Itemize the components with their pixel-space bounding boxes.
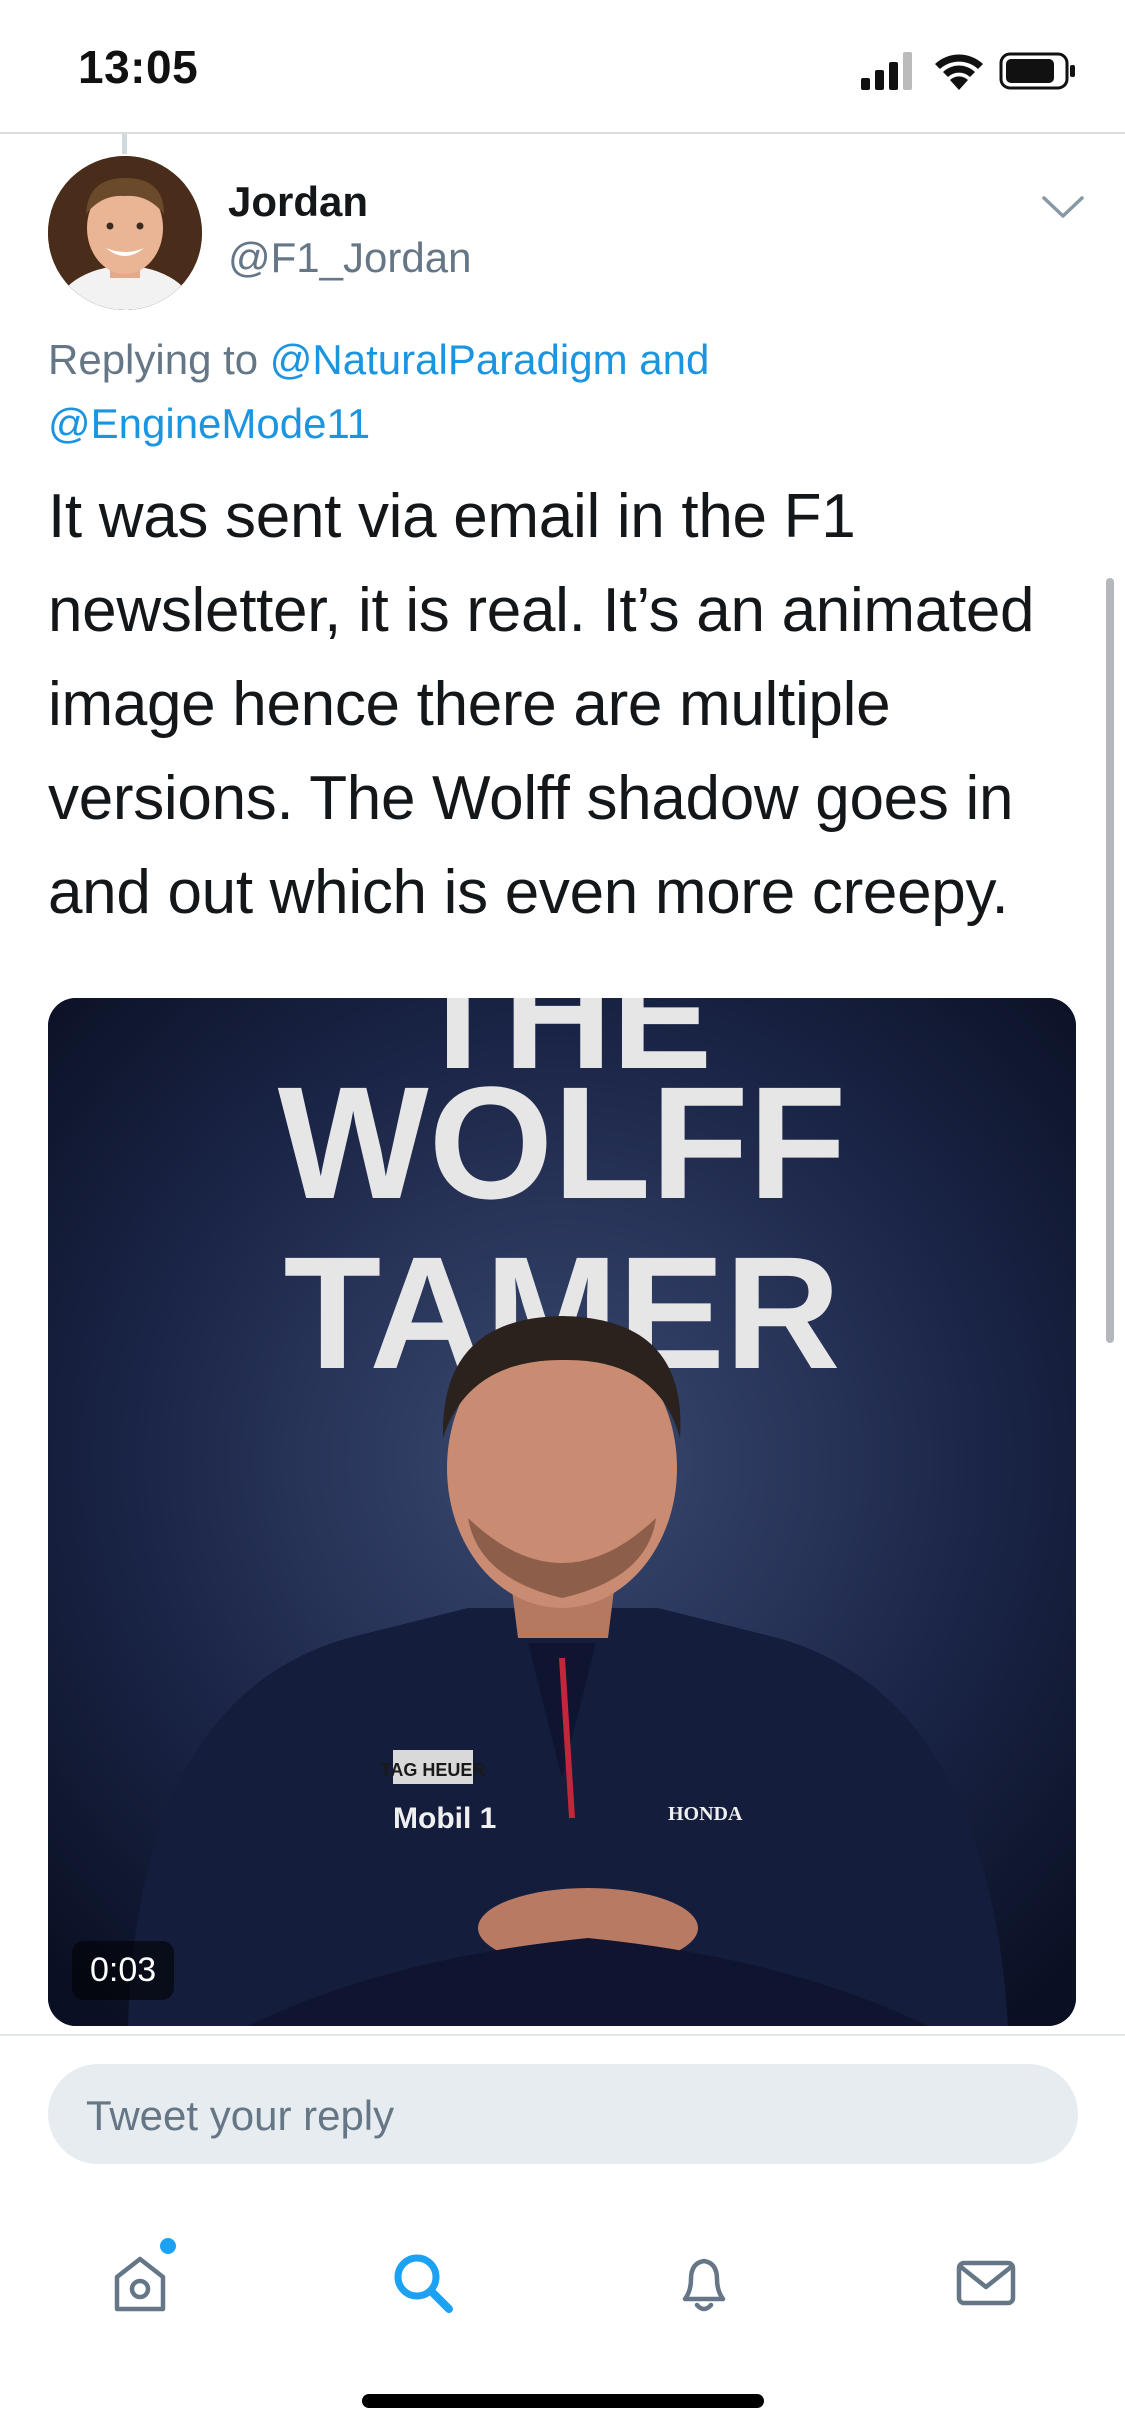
replying-to: Replying to @NaturalParadigm and @EngineM… <box>48 328 1068 456</box>
author-handle[interactable]: @F1_Jordan <box>228 234 471 282</box>
battery-icon <box>999 52 1075 90</box>
logo-mobil-text: Mobil 1 <box>393 1802 496 1835</box>
wifi-icon <box>935 54 983 90</box>
tab-messages[interactable] <box>936 2232 1036 2332</box>
media-poster: THE WOLFF TAMER TAG HEUER Mobil 1 HONDA <box>48 998 1076 2026</box>
home-notification-dot <box>160 2238 176 2254</box>
author-name[interactable]: Jordan <box>228 178 368 226</box>
poster-text-wolff: WOLFF <box>278 1053 847 1232</box>
mention-naturalparadigm[interactable]: @NaturalParadigm <box>270 336 628 383</box>
signal-icon <box>861 52 912 90</box>
tweet-text: It was sent via email in the F1 newslett… <box>48 482 1035 927</box>
notifications-icon <box>682 2258 726 2312</box>
home-icon <box>114 2256 166 2312</box>
search-icon <box>394 2254 453 2313</box>
replying-prefix: Replying to <box>48 336 270 383</box>
tab-notifications[interactable] <box>654 2232 754 2332</box>
reply-bar: Tweet your reply <box>0 2034 1125 2206</box>
status-icons <box>861 52 1075 90</box>
mention-enginemode11[interactable]: @EngineMode11 <box>48 400 370 447</box>
reply-input[interactable]: Tweet your reply <box>48 2064 1078 2164</box>
tab-home[interactable] <box>90 2232 190 2332</box>
tweet-media-video[interactable]: THE WOLFF TAMER TAG HEUER Mobil 1 HONDA … <box>48 998 1076 2026</box>
video-duration: 0:03 <box>72 1941 175 2000</box>
reply-placeholder: Tweet your reply <box>86 2092 395 2139</box>
tab-search[interactable] <box>372 2232 472 2332</box>
logo-honda-text: HONDA <box>668 1803 743 1825</box>
mention-and[interactable]: and <box>628 336 709 383</box>
status-bar: 13:05 <box>0 0 1125 134</box>
screen: 13:05 Jordan @F1_Jordan Replying to @Nat… <box>0 0 1125 2436</box>
logo-tag-text: TAG HEUER <box>381 1760 486 1780</box>
thread-line <box>122 134 127 154</box>
tab-bar <box>0 2204 1125 2436</box>
messages-icon <box>956 2260 1016 2306</box>
status-time: 13:05 <box>78 41 199 93</box>
avatar[interactable] <box>48 156 202 310</box>
scrollbar[interactable] <box>1106 578 1114 1343</box>
home-indicator <box>362 2394 764 2408</box>
chevron-down-icon[interactable] <box>1040 192 1086 222</box>
